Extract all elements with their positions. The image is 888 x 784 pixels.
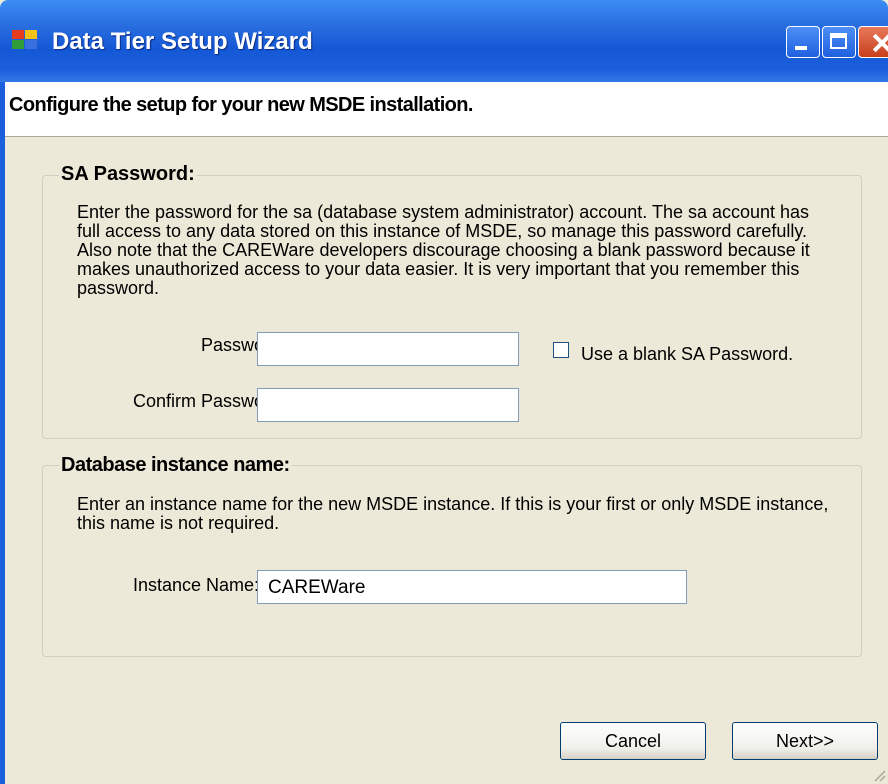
close-button[interactable] [858, 26, 888, 58]
title-bar[interactable]: Data Tier Setup Wizard [0, 0, 888, 82]
instance-name-label: Instance Name: [132, 575, 259, 595]
wizard-window: Data Tier Setup Wizard Configure the set… [0, 0, 888, 784]
sa-password-group: SA Password: Enter the password for the … [42, 163, 862, 439]
database-instance-description: Enter an instance name for the new MSDE … [77, 494, 829, 533]
confirm-password-field[interactable] [257, 388, 519, 422]
app-icon [12, 30, 40, 52]
password-field[interactable] [257, 332, 519, 366]
database-instance-legend: Database instance name: [59, 454, 292, 477]
minimize-button[interactable] [786, 26, 820, 58]
instance-name-field[interactable]: CAREWare [257, 570, 687, 604]
maximize-button[interactable] [822, 26, 856, 58]
database-instance-group: Database instance name: Enter an instanc… [42, 454, 862, 657]
window-frame-left [0, 82, 5, 784]
sa-password-legend: SA Password: [59, 163, 197, 186]
resize-grip-icon[interactable] [872, 768, 886, 782]
confirm-password-label: Confirm Password: [132, 391, 285, 411]
blank-password-checkbox-label[interactable]: Use a blank SA Password. [581, 344, 793, 365]
window-title: Data Tier Setup Wizard [52, 28, 313, 55]
next-button[interactable]: Next>> [732, 722, 878, 760]
sa-password-description: Enter the password for the sa (database … [77, 202, 810, 298]
header-text: Configure the setup for your new MSDE in… [9, 94, 473, 116]
wizard-header: Configure the setup for your new MSDE in… [5, 82, 888, 137]
cancel-button[interactable]: Cancel [560, 722, 706, 760]
blank-password-checkbox[interactable] [553, 342, 569, 358]
